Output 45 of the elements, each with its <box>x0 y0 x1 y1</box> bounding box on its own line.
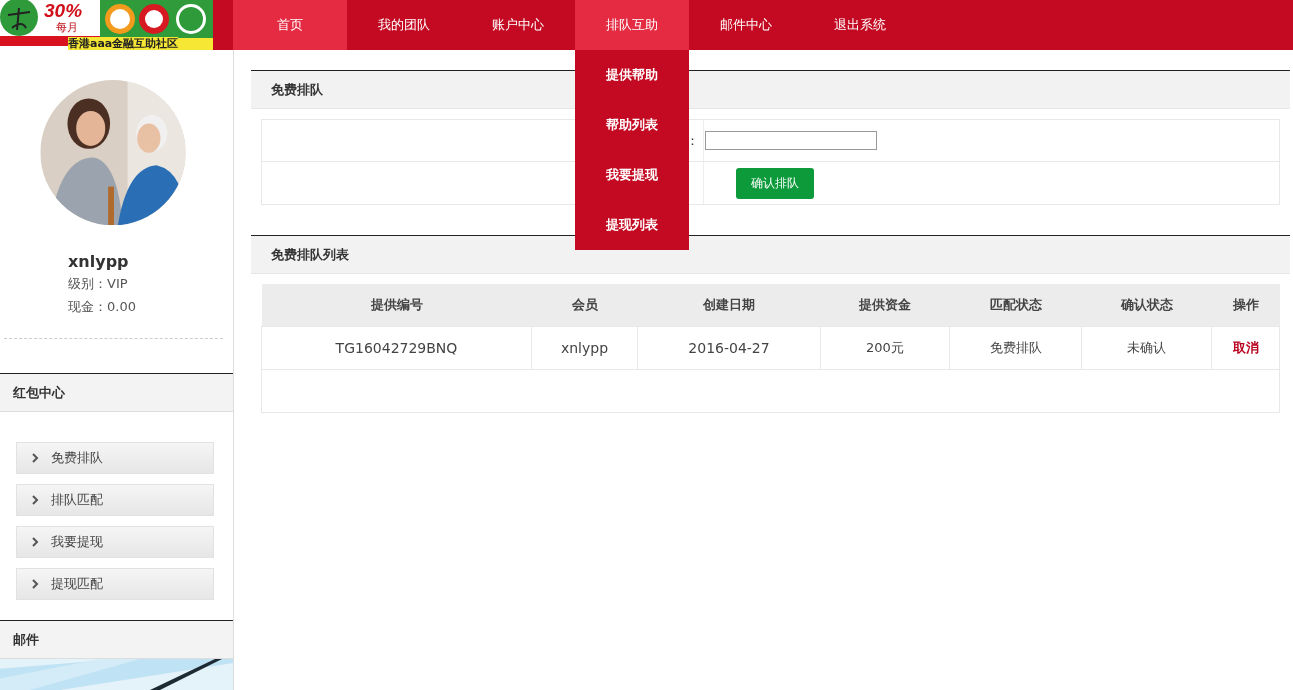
user-level: 级别：VIP <box>68 275 129 294</box>
section-title: 邮件 <box>13 630 39 649</box>
nav-tab[interactable]: 账户中心 <box>461 0 575 50</box>
nav-tab[interactable]: 首页 <box>233 0 347 50</box>
sidebar-item[interactable]: 提现匹配 <box>16 568 214 601</box>
input-field[interactable] <box>705 131 877 150</box>
table-cell: 200元 <box>820 326 950 370</box>
table-cell: 免费排队 <box>949 326 1082 370</box>
logo-caption: 香港aaa金融互助社区 <box>68 37 179 50</box>
column-header: 确认状态 <box>1081 284 1212 327</box>
column-header: 创建日期 <box>637 284 821 327</box>
table-cell: 2016-04-27 <box>637 326 821 370</box>
field-label: ： <box>686 131 699 150</box>
confirm-button[interactable]: 确认排队 <box>736 167 814 199</box>
section-title: 红包中心 <box>13 383 65 402</box>
logo-subtitle: 每月 <box>56 21 78 34</box>
logo-percent: 30% <box>44 0 83 22</box>
chevron-icon <box>32 495 39 506</box>
nav-tab[interactable]: 退出系统 <box>803 0 917 50</box>
column-header: 提供资金 <box>820 284 950 327</box>
table-cell: xnlypp <box>531 326 638 370</box>
chevron-icon <box>32 537 39 548</box>
table-cell: 未确认 <box>1081 326 1212 370</box>
nav-tab[interactable]: 邮件中心 <box>689 0 803 50</box>
sidebar-item[interactable]: 我要提现 <box>16 526 214 559</box>
cancel-link[interactable]: 取消 <box>1232 340 1259 355</box>
chevron-icon <box>32 579 39 590</box>
dropdown-item[interactable]: 帮助列表 <box>575 100 689 150</box>
column-header: 操作 <box>1211 284 1280 327</box>
dropdown-item[interactable]: 提现列表 <box>575 200 689 250</box>
nav-tab[interactable]: 排队互助 <box>575 0 689 50</box>
column-header: 匹配状态 <box>949 284 1082 327</box>
sidebar-item[interactable]: 排队匹配 <box>16 484 214 517</box>
user-cash: 现金：0.00 <box>68 298 137 317</box>
dropdown-item[interactable]: 我要提现 <box>575 150 689 200</box>
table-cell: TG16042729BNQ <box>261 326 532 370</box>
column-header: 提供编号 <box>261 284 532 327</box>
user-name: xnlypp <box>68 252 130 273</box>
nav-tab[interactable]: 我的团队 <box>347 0 461 50</box>
dropdown-item[interactable]: 提供帮助 <box>575 50 689 100</box>
chevron-icon <box>32 453 39 464</box>
section-title: 免费排队列表 <box>271 245 349 264</box>
section-title: 免费排队 <box>271 80 323 99</box>
sidebar-item[interactable]: 免费排队 <box>16 442 214 475</box>
column-header: 会员 <box>531 284 638 327</box>
